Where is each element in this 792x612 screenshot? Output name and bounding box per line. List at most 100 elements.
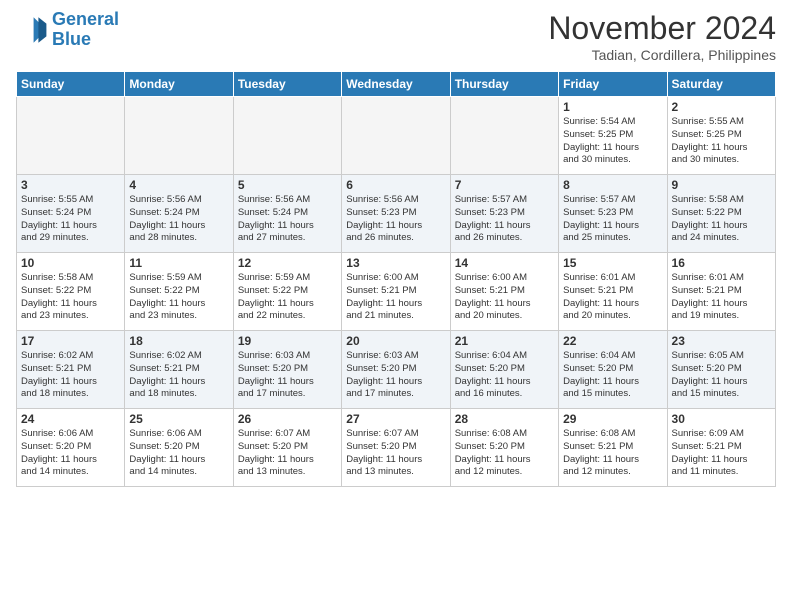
day-number: 26 — [238, 412, 337, 426]
weekday-header-thursday: Thursday — [450, 72, 558, 97]
day-info: Sunrise: 5:58 AMSunset: 5:22 PMDaylight:… — [672, 194, 771, 245]
calendar-cell: 11 Sunrise: 5:59 AMSunset: 5:22 PMDayligh… — [125, 253, 233, 331]
day-info: Sunrise: 5:57 AMSunset: 5:23 PMDaylight:… — [563, 194, 662, 245]
page: General Blue November 2024 Tadian, Cordi… — [0, 0, 792, 612]
calendar-cell: 16 Sunrise: 6:01 AMSunset: 5:21 PMDayligh… — [667, 253, 775, 331]
calendar-cell: 17 Sunrise: 6:02 AMSunset: 5:21 PMDayligh… — [17, 331, 125, 409]
day-info: Sunrise: 6:04 AMSunset: 5:20 PMDaylight:… — [455, 350, 554, 401]
day-info: Sunrise: 5:57 AMSunset: 5:23 PMDaylight:… — [455, 194, 554, 245]
calendar: SundayMondayTuesdayWednesdayThursdayFrid… — [16, 71, 776, 487]
day-number: 5 — [238, 178, 337, 192]
calendar-cell: 5 Sunrise: 5:56 AMSunset: 5:24 PMDaylight… — [233, 175, 341, 253]
day-number: 23 — [672, 334, 771, 348]
location: Tadian, Cordillera, Philippines — [548, 47, 776, 63]
day-number: 27 — [346, 412, 445, 426]
calendar-cell: 4 Sunrise: 5:56 AMSunset: 5:24 PMDaylight… — [125, 175, 233, 253]
day-info: Sunrise: 6:08 AMSunset: 5:20 PMDaylight:… — [455, 428, 554, 479]
weekday-header-wednesday: Wednesday — [342, 72, 450, 97]
calendar-cell: 28 Sunrise: 6:08 AMSunset: 5:20 PMDayligh… — [450, 409, 558, 487]
logo-text: General Blue — [52, 10, 119, 50]
calendar-cell: 8 Sunrise: 5:57 AMSunset: 5:23 PMDaylight… — [559, 175, 667, 253]
week-row-5: 24 Sunrise: 6:06 AMSunset: 5:20 PMDayligh… — [17, 409, 776, 487]
day-number: 10 — [21, 256, 120, 270]
logo-line1: General — [52, 9, 119, 29]
calendar-cell: 3 Sunrise: 5:55 AMSunset: 5:24 PMDaylight… — [17, 175, 125, 253]
calendar-cell: 25 Sunrise: 6:06 AMSunset: 5:20 PMDayligh… — [125, 409, 233, 487]
day-number: 3 — [21, 178, 120, 192]
day-info: Sunrise: 6:02 AMSunset: 5:21 PMDaylight:… — [21, 350, 120, 401]
day-number: 15 — [563, 256, 662, 270]
day-number: 1 — [563, 100, 662, 114]
calendar-cell: 12 Sunrise: 5:59 AMSunset: 5:22 PMDayligh… — [233, 253, 341, 331]
day-info: Sunrise: 5:56 AMSunset: 5:23 PMDaylight:… — [346, 194, 445, 245]
weekday-header-friday: Friday — [559, 72, 667, 97]
calendar-cell: 23 Sunrise: 6:05 AMSunset: 5:20 PMDayligh… — [667, 331, 775, 409]
day-number: 6 — [346, 178, 445, 192]
logo-line2: Blue — [52, 30, 119, 50]
day-info: Sunrise: 5:58 AMSunset: 5:22 PMDaylight:… — [21, 272, 120, 323]
calendar-cell: 29Sunrise: 6:08 AMSunset: 5:21 PMDayligh… — [559, 409, 667, 487]
day-info: Sunrise: 6:08 AMSunset: 5:21 PMDaylight:… — [563, 428, 662, 479]
title-block: November 2024 Tadian, Cordillera, Philip… — [548, 10, 776, 63]
day-number: 19 — [238, 334, 337, 348]
day-info: Sunrise: 6:06 AMSunset: 5:20 PMDaylight:… — [129, 428, 228, 479]
day-info: Sunrise: 5:55 AMSunset: 5:24 PMDaylight:… — [21, 194, 120, 245]
calendar-cell: 18Sunrise: 6:02 AMSunset: 5:21 PMDayligh… — [125, 331, 233, 409]
calendar-cell: 26Sunrise: 6:07 AMSunset: 5:20 PMDayligh… — [233, 409, 341, 487]
weekday-header-saturday: Saturday — [667, 72, 775, 97]
weekday-header-monday: Monday — [125, 72, 233, 97]
day-number: 17 — [21, 334, 120, 348]
day-info: Sunrise: 6:05 AMSunset: 5:20 PMDaylight:… — [672, 350, 771, 401]
calendar-cell: 22 Sunrise: 6:04 AMSunset: 5:20 PMDayligh… — [559, 331, 667, 409]
calendar-cell: 15 Sunrise: 6:01 AMSunset: 5:21 PMDayligh… — [559, 253, 667, 331]
day-number: 2 — [672, 100, 771, 114]
day-number: 7 — [455, 178, 554, 192]
week-row-2: 3 Sunrise: 5:55 AMSunset: 5:24 PMDaylight… — [17, 175, 776, 253]
day-number: 16 — [672, 256, 771, 270]
calendar-cell: 13 Sunrise: 6:00 AMSunset: 5:21 PMDayligh… — [342, 253, 450, 331]
calendar-cell: 14Sunrise: 6:00 AMSunset: 5:21 PMDayligh… — [450, 253, 558, 331]
day-number: 9 — [672, 178, 771, 192]
calendar-cell — [17, 97, 125, 175]
weekday-header-sunday: Sunday — [17, 72, 125, 97]
calendar-cell: 19 Sunrise: 6:03 AMSunset: 5:20 PMDayligh… — [233, 331, 341, 409]
day-info: Sunrise: 6:04 AMSunset: 5:20 PMDaylight:… — [563, 350, 662, 401]
day-info: Sunrise: 6:00 AMSunset: 5:21 PMDaylight:… — [346, 272, 445, 323]
day-info: Sunrise: 5:59 AMSunset: 5:22 PMDaylight:… — [238, 272, 337, 323]
calendar-cell: 6 Sunrise: 5:56 AMSunset: 5:23 PMDaylight… — [342, 175, 450, 253]
calendar-cell: 2 Sunrise: 5:55 AMSunset: 5:25 PMDaylight… — [667, 97, 775, 175]
calendar-cell — [125, 97, 233, 175]
day-number: 28 — [455, 412, 554, 426]
logo-icon — [16, 14, 48, 46]
day-number: 12 — [238, 256, 337, 270]
calendar-cell — [233, 97, 341, 175]
day-number: 11 — [129, 256, 228, 270]
header: General Blue November 2024 Tadian, Cordi… — [16, 10, 776, 63]
day-number: 25 — [129, 412, 228, 426]
week-row-1: 1Sunrise: 5:54 AMSunset: 5:25 PMDaylight… — [17, 97, 776, 175]
month-title: November 2024 — [548, 10, 776, 47]
day-info: Sunrise: 6:03 AMSunset: 5:20 PMDaylight:… — [238, 350, 337, 401]
day-info: Sunrise: 6:06 AMSunset: 5:20 PMDaylight:… — [21, 428, 120, 479]
day-info: Sunrise: 5:56 AMSunset: 5:24 PMDaylight:… — [238, 194, 337, 245]
day-info: Sunrise: 6:01 AMSunset: 5:21 PMDaylight:… — [563, 272, 662, 323]
calendar-cell: 27 Sunrise: 6:07 AMSunset: 5:20 PMDayligh… — [342, 409, 450, 487]
day-number: 22 — [563, 334, 662, 348]
calendar-cell — [342, 97, 450, 175]
day-number: 18 — [129, 334, 228, 348]
weekday-header-row: SundayMondayTuesdayWednesdayThursdayFrid… — [17, 72, 776, 97]
day-number: 14 — [455, 256, 554, 270]
day-info: Sunrise: 5:59 AMSunset: 5:22 PMDaylight:… — [129, 272, 228, 323]
day-info: Sunrise: 6:07 AMSunset: 5:20 PMDaylight:… — [346, 428, 445, 479]
day-number: 8 — [563, 178, 662, 192]
day-number: 13 — [346, 256, 445, 270]
day-number: 24 — [21, 412, 120, 426]
day-info: Sunrise: 6:01 AMSunset: 5:21 PMDaylight:… — [672, 272, 771, 323]
day-number: 4 — [129, 178, 228, 192]
day-number: 21 — [455, 334, 554, 348]
day-number: 20 — [346, 334, 445, 348]
day-info: Sunrise: 6:09 AMSunset: 5:21 PMDaylight:… — [672, 428, 771, 479]
day-info: Sunrise: 5:56 AMSunset: 5:24 PMDaylight:… — [129, 194, 228, 245]
weekday-header-tuesday: Tuesday — [233, 72, 341, 97]
day-info: Sunrise: 5:55 AMSunset: 5:25 PMDaylight:… — [672, 116, 771, 167]
